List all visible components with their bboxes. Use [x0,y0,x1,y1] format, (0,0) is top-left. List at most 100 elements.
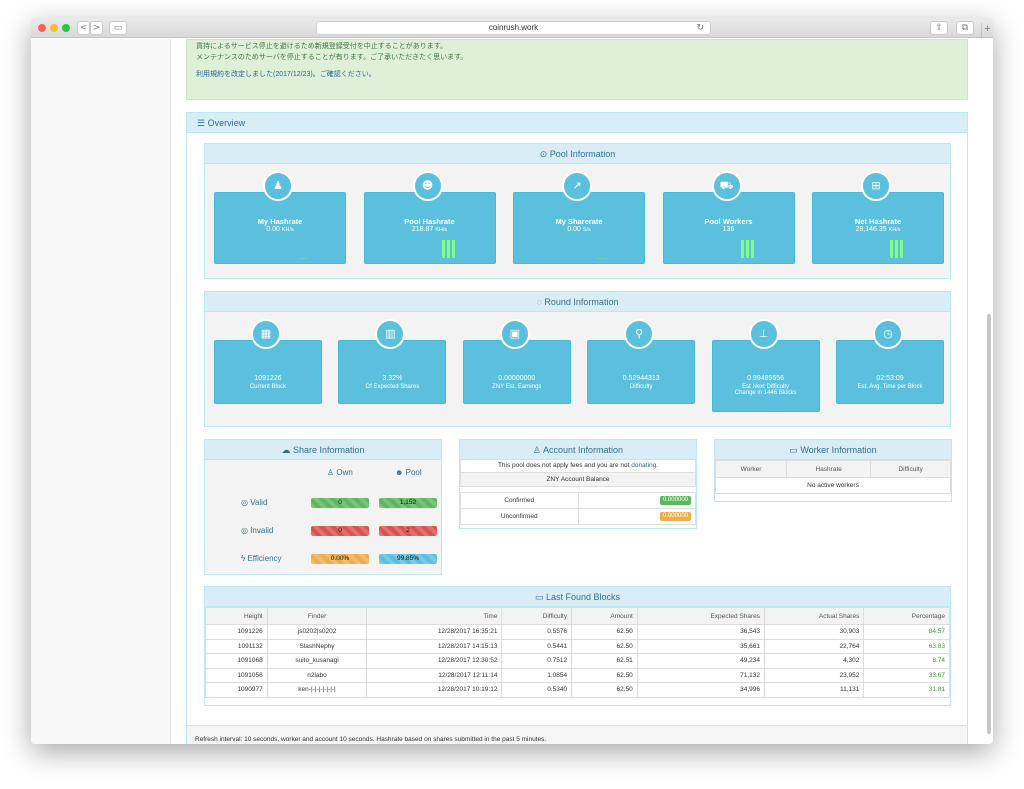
users-icon: ☻ [395,468,406,477]
round-card-value: 3.32% [382,375,403,382]
block-row: 1090977 ken-|-|-|-|-|-|-| 12/28/2017 10:19… [205,682,950,698]
block-cell: 62.50 [571,624,638,640]
worker-column-header[interactable]: Worker [714,460,788,478]
page-viewport: 貨持によるサービス停止を避けるため新規登録受付を中止することがあります。 メンテ… [31,39,993,744]
round-card: 0.00000000 ZNY Est. Earnings [462,340,571,404]
sitemap-icon: ⊥ [748,319,779,349]
share-icon[interactable]: ⇪ [930,21,948,35]
block-cell[interactable]: 1091132 [205,638,268,654]
sparkline-dots: ..... [298,254,308,261]
vertical-scrollbar[interactable] [987,314,991,734]
balance-header: ZNY Account Balance [460,471,696,487]
block-cell: 11,131 [763,682,865,698]
block-cell: 71,132 [636,667,765,683]
block-cell: 12/28/2017 10:19:12 [366,682,503,698]
blocks-column-header[interactable]: Percentage [863,607,950,625]
block-cell: 30,903 [763,624,865,640]
forward-button[interactable]: > [90,21,103,35]
address-bar[interactable]: coinrush.work ↻ [316,21,711,35]
share-row-label: ϟ Efficiency [241,554,282,563]
block-cell[interactable]: ken-|-|-|-|-|-|-| [266,682,368,698]
round-information-header: ◌ Round Information [205,292,950,312]
user-icon: ♙ [327,468,337,477]
worker-column-header[interactable]: Hashrate [786,460,872,478]
page-footer: Refresh interval: 10 seconds, worker and… [187,725,967,744]
account-row-label: Confirmed [460,491,579,509]
terms-link[interactable]: 利用規約を改定しました(2017/12/23)。ご確認ください。 [196,71,376,78]
blocks-column-header[interactable]: Difficulty [501,607,573,625]
blocks-table: Height Finder Time Difficulty Amount Expected… [205,607,950,698]
round-card-value: 0.00000000 [498,375,536,382]
overview-header: ☰ Overview [187,113,967,133]
overview-panel: ☰ Overview ⊙ Pool Information My Hashrat… [186,112,968,744]
close-window-button[interactable] [38,24,46,32]
donating-link[interactable]: donating. [631,462,658,469]
pool-card: Net Hashrate 28,146.35 KH/s [812,192,944,264]
round-card-label: Of Expected Shares [365,384,420,390]
block-cell[interactable]: n2labo [266,667,368,683]
block-row: 1091132 SlashNephy 12/28/2017 14:15:13 0.54… [205,638,950,654]
pool-value-bar: 2 [379,526,437,536]
block-cell: 12/28/2017 14:15:13 [366,638,503,654]
blocks-column-header[interactable]: Height [205,607,268,625]
round-card-value: 02:53:09 [876,375,904,382]
blocks-column-header[interactable]: Amount [571,607,638,625]
notice-line-1: 貨持によるサービス停止を避けるため新規登録受付を中止することがあります。 [196,43,448,50]
blocks-column-header[interactable]: Finder [266,607,368,625]
blocks-column-header[interactable]: Actual Shares [763,607,865,625]
back-button[interactable]: < [77,21,90,35]
block-cell: 0.7512 [501,653,573,669]
reload-icon[interactable]: ↻ [696,22,704,34]
round-card-value: 0.52944313 [622,375,660,382]
worker-column-header[interactable]: Difficulty [870,460,951,478]
pool-information-title: Pool Information [549,149,616,159]
pool-header: ☻ Pool [395,468,422,477]
block-cell: 62.50 [571,638,638,654]
minimize-window-button[interactable] [50,24,58,32]
no-workers-text: No active workers [715,477,951,494]
sidebar-toggle-icon[interactable]: ▭ [109,21,127,35]
account-table: This pool does not apply fees and you ar… [460,460,696,525]
block-cell: 34,996 [636,682,765,698]
block-cell[interactable]: 1091068 [205,653,268,669]
block-cell: 22,764 [763,638,865,654]
block-cell[interactable]: 1091226 [205,624,268,640]
spinner-icon: ◌ [536,297,542,307]
pool-card: My Sharerate 0.00 S/s..... [513,192,645,264]
share-row-label: ◎ Valid [241,498,268,507]
new-tab-button[interactable]: + [981,23,993,37]
pool-card-label: My Hashrate [257,217,303,226]
block-cell[interactable]: SlashNephy [266,638,368,654]
block-cell[interactable]: js0202|s0202 [266,624,368,640]
fee-note: This pool does not apply fees and you ar… [460,460,696,473]
blocks-column-header[interactable]: Expected Shares [636,607,765,625]
zoom-window-button[interactable] [62,24,70,32]
pool-card-value: 218.87 KH/s [411,226,448,233]
block-cell[interactable]: suito_kusanagi [266,653,368,669]
blocks-column-header[interactable]: Time [366,607,503,625]
block-cell: 36,543 [636,624,765,640]
account-information-panel: ♙ Account Information This pool does not… [459,439,697,529]
block-cell[interactable]: 1090977 [205,682,268,698]
sparkline-dots: ..... [597,254,607,261]
share-row-label: ◎ Invalid [241,526,274,535]
pool-card-label: My Sharerate [555,217,603,226]
pool-card-unit: KH/s [888,227,901,233]
share-icon: ↗ [562,171,592,201]
round-card: 0.52944313 Difficulty [587,340,696,404]
pool-value-bar: 1,152 [379,498,437,508]
overview-title: Overview [207,118,246,128]
block-cell[interactable]: 1091056 [205,667,268,683]
check-circle-icon: ◎ [241,498,251,507]
block-cell: 12/28/2017 12:30:52 [366,653,503,669]
round-card-label: Difficulty [629,384,653,390]
account-row: Confirmed 0.000000 [460,491,696,509]
tabs-overview-icon[interactable]: ⧉ [956,21,974,35]
url-text: coinrush.work [488,23,539,32]
block-cell: 31.81 [863,682,950,698]
share-row: ◎ Invalid 0 2 [205,524,441,538]
main-content: 貨持によるサービス停止を避けるため新規登録受付を中止することがあります。 メンテ… [186,39,968,744]
account-row-value-cell: 0.000000 [577,507,696,525]
notice-alert: 貨持によるサービス停止を避けるため新規登録受付を中止することがあります。 メンテ… [186,39,968,100]
title-bar: < > ▭ coinrush.work ↻ ⇪ ⧉ + [31,18,993,38]
